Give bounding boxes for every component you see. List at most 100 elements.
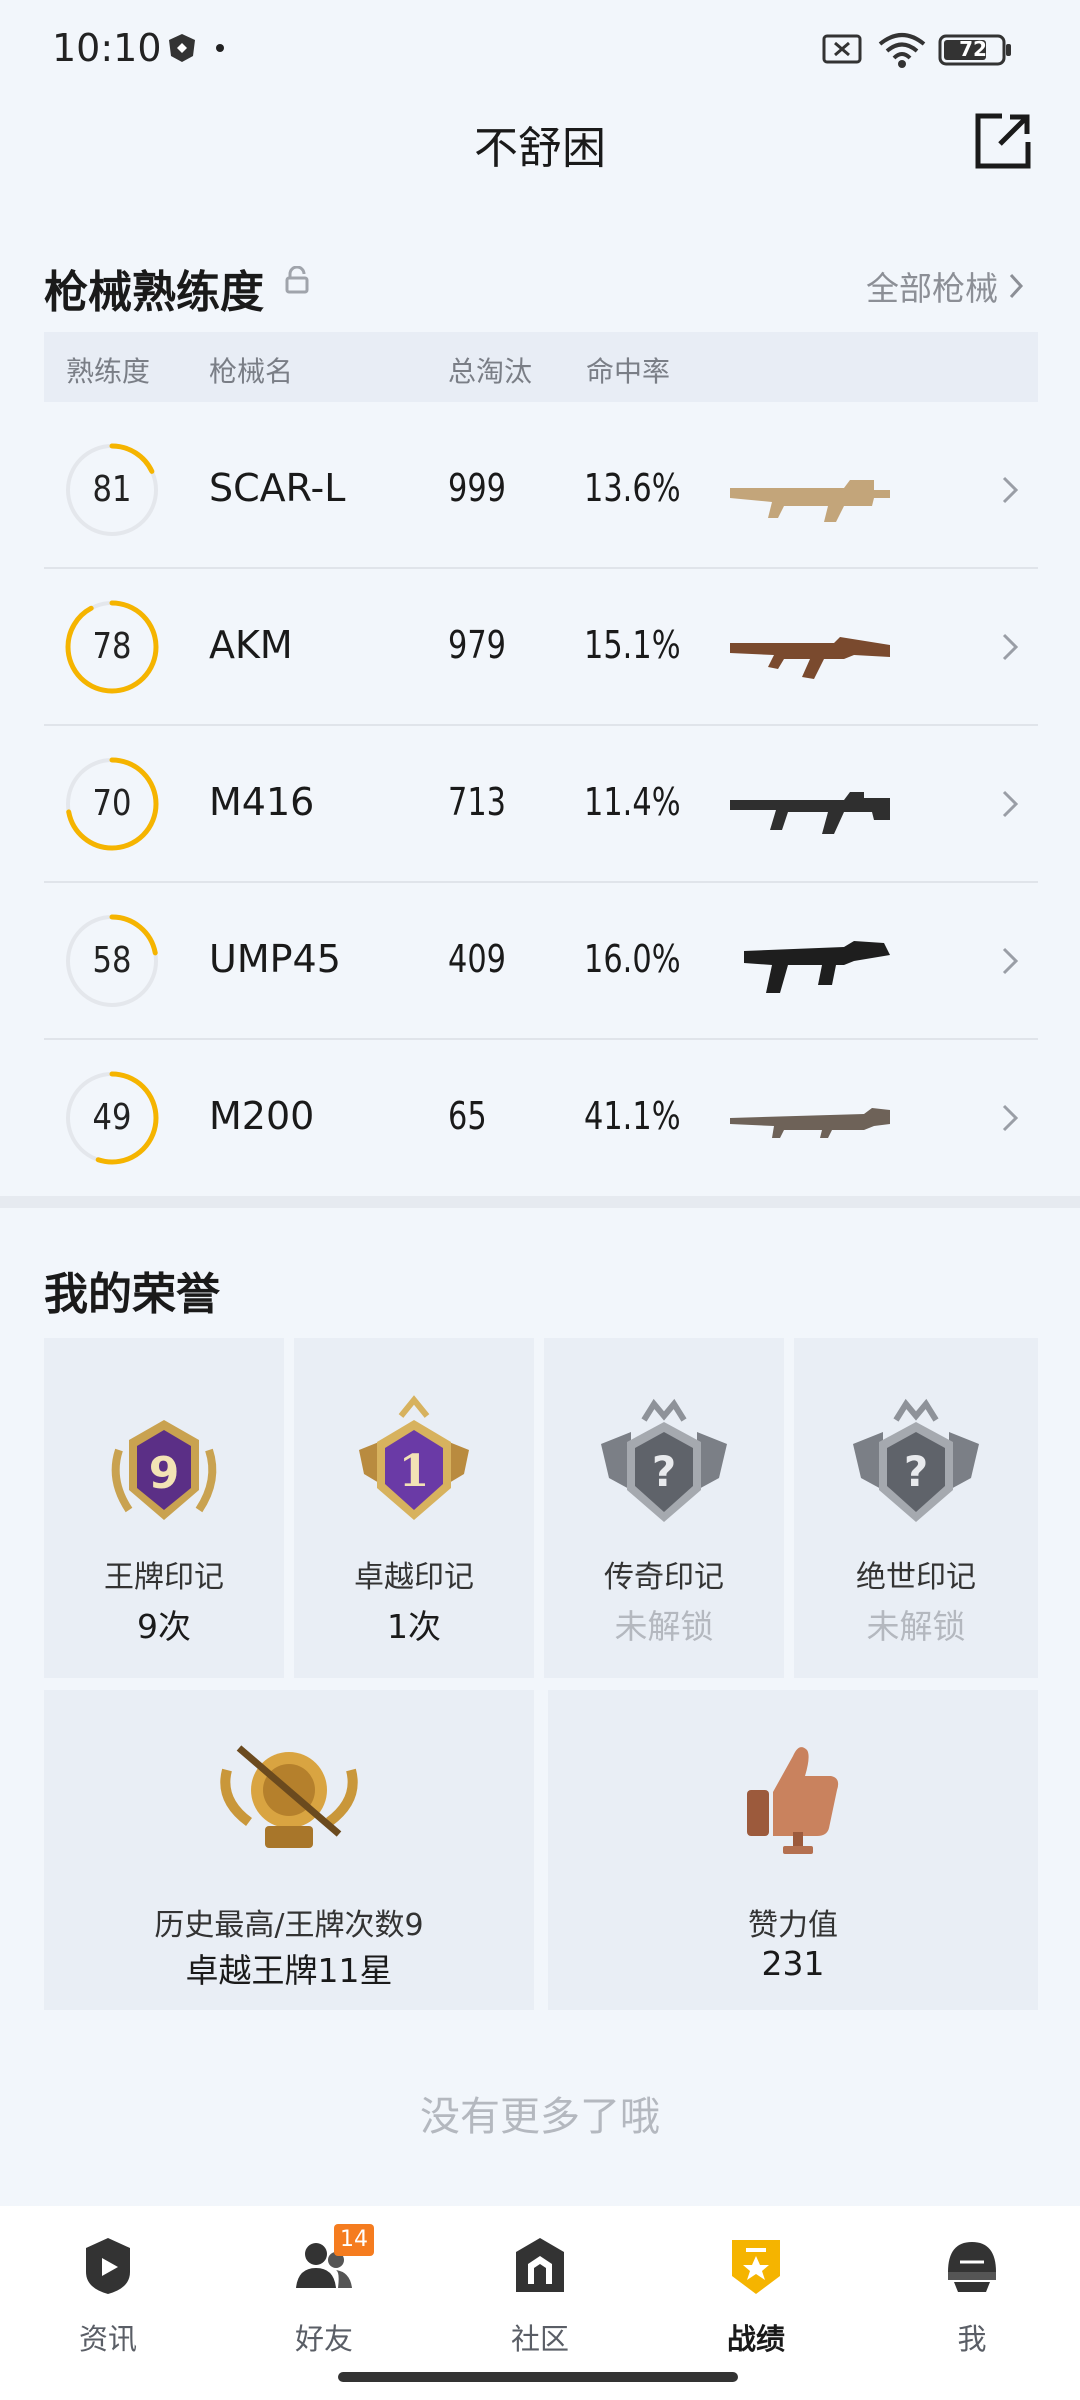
weapon-name: M416 — [209, 780, 315, 824]
weapon-image-icon — [730, 1108, 890, 1138]
no-more-text: 没有更多了哦 — [420, 2094, 660, 2140]
bottom-nav: 资讯 14 好友 社区 战绩 我 — [0, 2206, 1080, 2400]
weapon-accuracy: 16.0% — [584, 937, 681, 981]
honor-value: 卓越王牌11星 — [185, 1951, 393, 1990]
notification-dot — [216, 44, 224, 52]
weapon-kills: 409 — [448, 937, 507, 981]
all-weapons-label: 全部枪械 — [866, 269, 998, 308]
page-title: 不舒困 — [474, 123, 606, 174]
elite-badge-icon: 1 — [359, 1395, 469, 1520]
battery-level: 72 — [959, 37, 987, 61]
record-icon — [732, 2240, 780, 2294]
weapon-name: AKM — [209, 623, 293, 667]
rank-emblem-icon — [220, 1745, 358, 1848]
weapon-row[interactable]: 70 M416 713 11.4% — [44, 726, 1038, 883]
share-icon[interactable] — [972, 110, 1034, 172]
proficiency-value: 70 — [92, 783, 132, 824]
wifi-icon — [878, 33, 926, 68]
honors-section-title: 我的荣誉 — [44, 1269, 220, 1320]
honor-name: 赞力值 — [748, 1908, 838, 1943]
weapon-image-icon — [730, 480, 890, 522]
nav-label: 社区 — [510, 2322, 569, 2356]
column-header-name: 枪械名 — [209, 355, 294, 388]
nav-item-record[interactable]: 战绩 — [676, 2224, 836, 2374]
honor-name: 历史最高/王牌次数9 — [154, 1908, 424, 1943]
honor-card-elite[interactable]: 1 卓越印记 1次 — [294, 1338, 534, 1678]
weapons-section-title: 枪械熟练度 — [44, 267, 264, 318]
weapons-table-header: 熟练度 枪械名 总淘汰 命中率 — [44, 332, 1038, 402]
nav-label: 战绩 — [726, 2322, 785, 2356]
column-header-proficiency: 熟练度 — [66, 355, 151, 388]
honor-name: 卓越印记 — [354, 1560, 474, 1595]
honor-name: 王牌印记 — [104, 1560, 224, 1595]
honor-card-highest-rank[interactable]: 历史最高/王牌次数9 卓越王牌11星 — [44, 1690, 534, 2010]
chevron-right-icon — [1002, 947, 1019, 975]
weapon-row[interactable]: 81 SCAR-L 999 13.6% — [44, 412, 1038, 569]
weapon-kills: 979 — [448, 623, 507, 667]
weapon-name: SCAR-L — [209, 466, 346, 510]
honor-card-legend[interactable]: ? 传奇印记 未解锁 — [544, 1338, 784, 1678]
svg-text:?: ? — [904, 1447, 928, 1496]
all-weapons-link[interactable]: 全部枪械 — [866, 262, 1024, 310]
chevron-right-icon — [1002, 476, 1019, 504]
nav-item-me[interactable]: 我 — [892, 2224, 1052, 2374]
honor-value: 9次 — [137, 1607, 191, 1646]
thumbs-up-icon — [747, 1747, 839, 1854]
weapon-row[interactable]: 58 UMP45 409 16.0% — [44, 883, 1038, 1040]
proficiency-value: 78 — [92, 626, 132, 667]
proficiency-value: 49 — [92, 1097, 132, 1138]
community-icon — [516, 2238, 564, 2292]
honor-value: 未解锁 — [866, 1607, 966, 1646]
friends-badge: 14 — [334, 2224, 374, 2256]
weapon-row[interactable]: 78 AKM 979 15.1% — [44, 569, 1038, 726]
svg-text:1: 1 — [399, 1446, 430, 1497]
weapon-accuracy: 13.6% — [584, 466, 681, 510]
svg-text:9: 9 — [149, 1448, 180, 1499]
app-notification-icon — [169, 34, 195, 62]
honor-name: 传奇印记 — [604, 1560, 724, 1595]
weapon-image-icon — [730, 637, 890, 679]
nav-item-friends[interactable]: 14 好友 — [244, 2224, 404, 2374]
nav-label: 资讯 — [78, 2322, 137, 2356]
weapon-accuracy: 11.4% — [584, 780, 681, 824]
legend-badge-locked-icon: ? — [601, 1398, 727, 1522]
chevron-right-icon — [1002, 633, 1019, 661]
honor-card-likes[interactable]: 赞力值 231 — [548, 1690, 1038, 2010]
honor-card-ace[interactable]: 9 王牌印记 9次 — [44, 1338, 284, 1678]
weapon-row[interactable]: 49 M200 65 41.1% — [44, 1040, 1038, 1197]
honor-name: 绝世印记 — [856, 1560, 976, 1595]
chevron-right-icon — [1009, 273, 1024, 299]
proficiency-value: 58 — [92, 940, 132, 981]
nav-item-news[interactable]: 资讯 — [28, 2224, 188, 2374]
profile-icon — [948, 2242, 996, 2292]
news-icon — [86, 2238, 130, 2294]
nav-item-community[interactable]: 社区 — [460, 2224, 620, 2374]
column-header-accuracy: 命中率 — [586, 355, 671, 388]
honor-value: 231 — [761, 1944, 825, 1983]
section-divider — [0, 1196, 1080, 1208]
status-bar: 10:10 72 — [0, 0, 1080, 96]
weapon-kills: 713 — [448, 780, 507, 824]
chevron-right-icon — [1002, 790, 1019, 818]
weapon-accuracy: 15.1% — [584, 623, 681, 667]
weapon-image-icon — [744, 941, 890, 993]
lock-icon[interactable] — [284, 266, 310, 294]
weapon-kills: 999 — [448, 466, 507, 510]
nav-label: 我 — [957, 2322, 987, 2356]
honor-card-peerless[interactable]: ? 绝世印记 未解锁 — [794, 1338, 1038, 1678]
home-indicator — [338, 2372, 738, 2382]
column-header-kills: 总淘汰 — [448, 355, 533, 388]
status-time: 10:10 — [52, 26, 162, 70]
ace-badge-icon: 9 — [111, 1420, 217, 1520]
proficiency-value: 81 — [92, 469, 132, 510]
svg-text:?: ? — [652, 1447, 676, 1496]
weapon-image-icon — [730, 792, 890, 834]
weapon-name: M200 — [209, 1094, 315, 1138]
chevron-right-icon — [1002, 1104, 1019, 1132]
honor-value: 1次 — [387, 1607, 441, 1646]
nav-label: 好友 — [294, 2322, 353, 2356]
peerless-badge-locked-icon: ? — [853, 1398, 979, 1522]
weapon-accuracy: 41.1% — [584, 1094, 681, 1138]
honor-value: 未解锁 — [614, 1607, 714, 1646]
no-sim-icon — [822, 34, 862, 64]
